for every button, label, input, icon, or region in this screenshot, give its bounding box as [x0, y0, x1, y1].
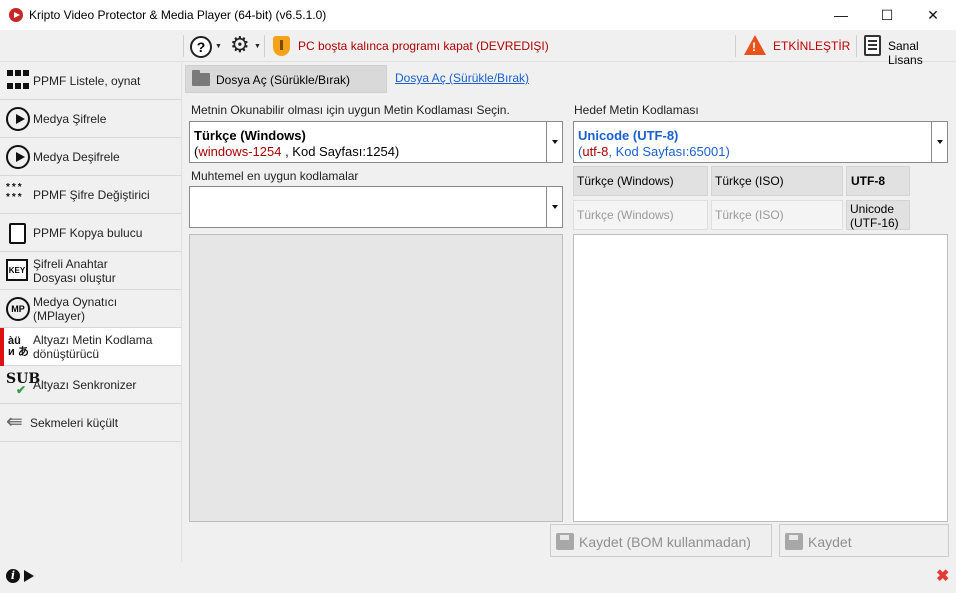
source-encoding-name: Türkçe (Windows): [194, 128, 306, 143]
target-encoding-select[interactable]: Unicode (UTF-8) (utf-8, Kod Sayfası:6500…: [573, 121, 948, 163]
play-circle-icon: [6, 145, 30, 169]
chevron-down-icon[interactable]: [931, 122, 947, 162]
sidebar-item-label: Medya Şifrele: [33, 112, 107, 126]
source-encoding-label: Metnin Okunabilir olması için uygun Meti…: [191, 103, 510, 117]
virtual-license-button[interactable]: Sanal Lisans: [888, 39, 956, 67]
sidebar-item-label: PPMF Şifre Değiştirici: [33, 188, 150, 202]
save-disk-icon: [785, 533, 803, 550]
pc-idle-close-toggle[interactable]: PC boşta kalınca programı kapat (DEVREDI…: [298, 39, 549, 53]
chevron-down-icon[interactable]: [546, 122, 562, 162]
help-icon[interactable]: ?: [190, 36, 212, 58]
activate-button[interactable]: ETKİNLEŞTİR: [773, 39, 850, 53]
password-stars-icon: *** ***: [6, 182, 24, 203]
quick-encoding-turkish-windows-alt[interactable]: Türkçe (Windows): [573, 200, 708, 230]
target-encoding-label: Hedef Metin Kodlaması: [574, 103, 699, 117]
sidebar-item-media-player[interactable]: MP Medya Oynatıcı (MPlayer): [0, 290, 181, 328]
quick-encoding-turkish-iso-alt[interactable]: Türkçe (ISO): [711, 200, 843, 230]
target-encoding-name: Unicode (UTF-8): [578, 128, 679, 143]
sidebar-item-key-file[interactable]: KEY Şifreli Anahtar Dosyası oluştur: [0, 252, 181, 290]
maximize-button[interactable]: ☐: [864, 0, 910, 30]
warning-icon: !: [744, 35, 766, 55]
chevron-down-icon[interactable]: [546, 187, 562, 227]
source-text-area[interactable]: [189, 234, 563, 522]
open-file-link[interactable]: Dosya Aç (Sürükle/Bırak): [395, 71, 529, 85]
target-encoding-code: utf-8: [582, 144, 609, 159]
window-title: Kripto Video Protector & Media Player (6…: [29, 8, 327, 22]
app-logo-icon: [9, 8, 23, 22]
source-encoding-detail: (windows-1254 , Kod Sayfası:1254): [194, 144, 399, 159]
sidebar-item-label: Altyazı Senkronizer: [33, 378, 137, 392]
folder-icon: [192, 70, 210, 86]
sub-sync-icon: SUB: [6, 371, 40, 397]
sidebar-item-label: Altyazı Metin Kodlama dönüştürücü: [33, 333, 153, 361]
encoding-chars-icon: àü и あ: [8, 335, 29, 358]
info-icon[interactable]: i: [6, 569, 20, 583]
sidebar: PPMF Listele, oynat Medya Şifrele Medya …: [0, 62, 182, 562]
source-encoding-page: , Kod Sayfası:1254): [281, 144, 400, 159]
gear-icon[interactable]: ⚙: [230, 34, 250, 56]
quick-encoding-utf16[interactable]: Unicode (UTF-16): [846, 200, 910, 230]
sidebar-item-copy-finder[interactable]: PPMF Kopya bulucu: [0, 214, 181, 252]
quick-encoding-utf8[interactable]: UTF-8: [846, 166, 910, 196]
quick-encoding-turkish-windows[interactable]: Türkçe (Windows): [573, 166, 708, 196]
toolbar-separator: [856, 35, 857, 57]
target-encoding-detail: (utf-8, Kod Sayfası:65001): [578, 144, 730, 159]
minimize-button[interactable]: —: [818, 0, 864, 30]
collapse-arrow-icon: ⇚: [6, 411, 23, 433]
sidebar-item-subtitle-encoding[interactable]: àü и あ Altyazı Metin Kodlama dönüştürücü: [0, 328, 181, 366]
toolbar-separator: [264, 35, 265, 57]
sidebar-item-decrypt[interactable]: Medya Deşifrele: [0, 138, 181, 176]
likely-encodings-label: Muhtemel en uygun kodlamalar: [191, 169, 359, 183]
source-encoding-select[interactable]: Türkçe (Windows) (windows-1254 , Kod Say…: [189, 121, 563, 163]
key-icon: KEY: [6, 259, 28, 281]
sidebar-item-label: PPMF Listele, oynat: [33, 74, 141, 88]
title-bar: Kripto Video Protector & Media Player (6…: [0, 0, 956, 30]
sidebar-item-encrypt[interactable]: Medya Şifrele: [0, 100, 181, 138]
play-circle-icon: [6, 107, 30, 131]
license-icon: [864, 35, 881, 56]
sidebar-item-label: Medya Deşifrele: [33, 150, 120, 164]
toolbar-separator: [735, 35, 736, 57]
open-file-button-label: Dosya Aç (Sürükle/Bırak): [216, 73, 351, 87]
sidebar-item-label: PPMF Kopya bulucu: [33, 226, 143, 240]
mplayer-icon: MP: [6, 297, 30, 321]
sidebar-item-label: Şifreli Anahtar Dosyası oluştur: [33, 257, 116, 285]
sidebar-item-label: Sekmeleri küçült: [30, 416, 119, 430]
save-button[interactable]: Kaydet: [779, 524, 949, 557]
save-without-bom-label: Kaydet (BOM kullanmadan): [579, 534, 751, 550]
close-button[interactable]: ✕: [910, 0, 956, 30]
sidebar-item-collapse[interactable]: ⇚ Sekmeleri küçült: [0, 404, 181, 442]
sidebar-item-label: Medya Oynatıcı (MPlayer): [33, 295, 118, 323]
likely-encodings-select[interactable]: [189, 186, 563, 228]
save-disk-icon: [556, 533, 574, 550]
save-label: Kaydet: [808, 534, 852, 550]
copy-icon: [5, 223, 26, 251]
target-encoding-page: Kod Sayfası:65001): [615, 144, 730, 159]
warning-glyph: !: [752, 40, 756, 54]
target-text-area[interactable]: [573, 234, 948, 522]
grid-icon: [7, 70, 31, 94]
toolbar-separator: [183, 35, 184, 57]
save-without-bom-button[interactable]: Kaydet (BOM kullanmadan): [550, 524, 772, 557]
quick-encoding-turkish-iso[interactable]: Türkçe (ISO): [711, 166, 843, 196]
separator: ,: [608, 144, 616, 159]
play-icon[interactable]: [24, 570, 34, 582]
sidebar-item-password-changer[interactable]: *** *** PPMF Şifre Değiştirici: [0, 176, 181, 214]
source-encoding-code: windows-1254: [198, 144, 282, 159]
shield-icon: [273, 36, 290, 56]
sidebar-item-list-play[interactable]: PPMF Listele, oynat: [0, 62, 181, 100]
help-dropdown-icon[interactable]: ▼: [215, 43, 222, 50]
settings-dropdown-icon[interactable]: ▼: [254, 43, 261, 50]
open-file-button[interactable]: Dosya Aç (Sürükle/Bırak): [185, 65, 387, 93]
sidebar-item-subtitle-sync[interactable]: SUB Altyazı Senkronizer: [0, 366, 181, 404]
close-red-icon[interactable]: ✖: [936, 566, 949, 586]
